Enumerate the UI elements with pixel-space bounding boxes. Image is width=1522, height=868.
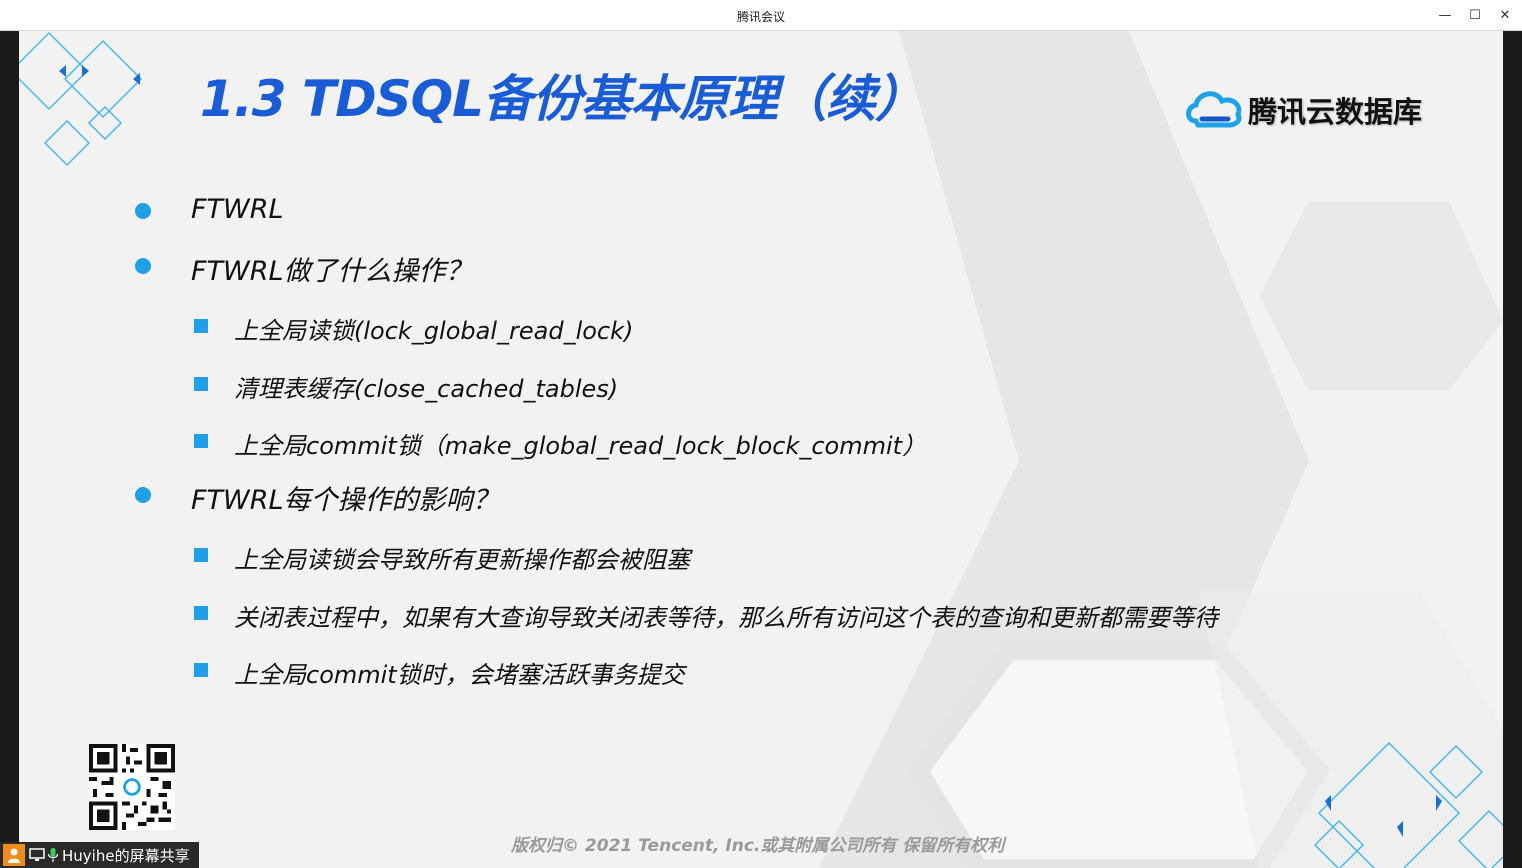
- left-border: [0, 31, 19, 868]
- cloud-icon: [1186, 91, 1242, 128]
- window-titlebar: 腾讯会议 — ☐ ✕: [0, 0, 1522, 31]
- bullet-subitem: 上全局commit锁（make_global_read_lock_block_c…: [234, 432, 927, 460]
- bullet-dot: [135, 487, 151, 503]
- qr-code-image: [89, 744, 175, 830]
- microphone-icon: [47, 848, 59, 862]
- bullet-subitem: 清理表缓存(close_cached_tables): [234, 375, 619, 403]
- bullet-subitem: 上全局读锁(lock_global_read_lock): [234, 317, 634, 345]
- window-title: 腾讯会议: [736, 10, 785, 24]
- bullet-square: [194, 548, 208, 562]
- bullet-dot: [135, 203, 151, 219]
- bullet-square: [194, 606, 208, 620]
- minimize-button[interactable]: —: [1434, 4, 1456, 26]
- bullet-square: [194, 377, 208, 391]
- user-icon: [3, 844, 25, 866]
- close-button[interactable]: ✕: [1494, 4, 1516, 26]
- bullet-square: [194, 319, 208, 333]
- slide-title: 1.3 TDSQL备份基本原理（续）: [200, 70, 925, 128]
- copyright-footer: 版权归© 2021 Tencent, Inc.或其附属公司所有 保留所有权利: [511, 836, 1005, 856]
- share-badge-label: Huyihe的屏幕共享: [62, 846, 190, 865]
- bullet-square: [194, 434, 208, 448]
- bullet-subitem: 关闭表过程中，如果有大查询导致关闭表等待，那么所有访问这个表的查询和更新都需要等…: [234, 604, 1218, 632]
- brand-name: 腾讯云数据库: [1248, 95, 1423, 129]
- screen-share-icon: [29, 848, 45, 861]
- bullet-dot: [135, 258, 151, 274]
- bullet-subitem: 上全局读锁会导致所有更新操作都会被阻塞: [234, 546, 690, 574]
- tencent-cloud-logo: 腾讯云数据库: [1184, 83, 1454, 133]
- bullet-square: [194, 663, 208, 677]
- bullet-item: FTWRL: [191, 194, 284, 225]
- bullet-item: FTWRL做了什么操作？: [191, 256, 473, 287]
- maximize-button[interactable]: ☐: [1464, 4, 1486, 26]
- screen-share-badge[interactable]: Huyihe的屏幕共享: [0, 842, 199, 868]
- right-border: [1503, 31, 1522, 868]
- shared-slide: 1.3 TDSQL备份基本原理（续） 腾讯云数据库 FTWRL FTWRL做了什…: [19, 31, 1503, 868]
- bullet-item: FTWRL每个操作的影响？: [191, 485, 500, 516]
- bullet-subitem: 上全局commit锁时，会堵塞活跃事务提交: [234, 661, 685, 689]
